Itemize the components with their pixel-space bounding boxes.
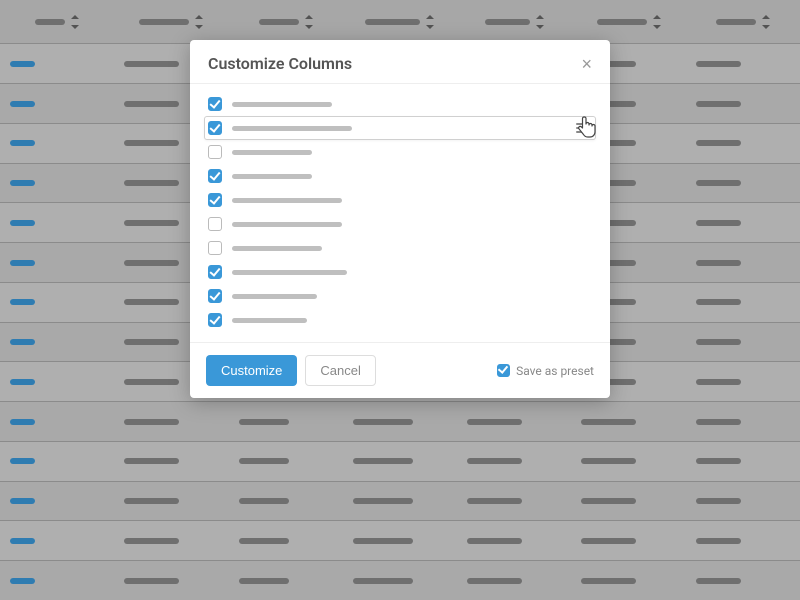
- column-visibility-checkbox[interactable]: [208, 289, 222, 303]
- dialog-footer: Customize Cancel Save as preset: [190, 343, 610, 398]
- column-option-row[interactable]: [204, 212, 596, 236]
- column-visibility-checkbox[interactable]: [208, 241, 222, 255]
- column-visibility-checkbox[interactable]: [208, 97, 222, 111]
- column-visibility-checkbox[interactable]: [208, 193, 222, 207]
- column-visibility-checkbox[interactable]: [208, 145, 222, 159]
- column-name-placeholder: [232, 126, 352, 131]
- customize-columns-dialog: Customize Columns × Customize Cancel Sav…: [190, 40, 610, 398]
- column-option-row[interactable]: [204, 188, 596, 212]
- column-option-row[interactable]: [204, 116, 596, 140]
- column-visibility-checkbox[interactable]: [208, 265, 222, 279]
- save-preset-checkbox[interactable]: [497, 364, 510, 377]
- column-name-placeholder: [232, 174, 312, 179]
- column-visibility-checkbox[interactable]: [208, 121, 222, 135]
- drag-handle-icon[interactable]: [576, 123, 592, 133]
- column-name-placeholder: [232, 294, 317, 299]
- column-name-placeholder: [232, 318, 307, 323]
- column-option-row[interactable]: [204, 260, 596, 284]
- column-list: [190, 83, 610, 343]
- column-option-row[interactable]: [204, 140, 596, 164]
- column-visibility-checkbox[interactable]: [208, 169, 222, 183]
- column-option-row[interactable]: [204, 164, 596, 188]
- column-option-row[interactable]: [204, 236, 596, 260]
- column-visibility-checkbox[interactable]: [208, 313, 222, 327]
- save-preset-label: Save as preset: [516, 364, 594, 378]
- column-option-row[interactable]: [204, 308, 596, 332]
- column-name-placeholder: [232, 246, 322, 251]
- column-name-placeholder: [232, 270, 347, 275]
- column-option-row[interactable]: [204, 92, 596, 116]
- column-option-row[interactable]: [204, 284, 596, 308]
- save-preset-group: Save as preset: [497, 364, 594, 378]
- column-visibility-checkbox[interactable]: [208, 217, 222, 231]
- column-name-placeholder: [232, 198, 342, 203]
- close-icon[interactable]: ×: [581, 55, 592, 73]
- cancel-button[interactable]: Cancel: [305, 355, 375, 386]
- dialog-header: Customize Columns ×: [190, 40, 610, 83]
- customize-button[interactable]: Customize: [206, 355, 297, 386]
- dialog-title: Customize Columns: [208, 54, 352, 73]
- column-name-placeholder: [232, 150, 312, 155]
- column-name-placeholder: [232, 222, 342, 227]
- column-name-placeholder: [232, 102, 332, 107]
